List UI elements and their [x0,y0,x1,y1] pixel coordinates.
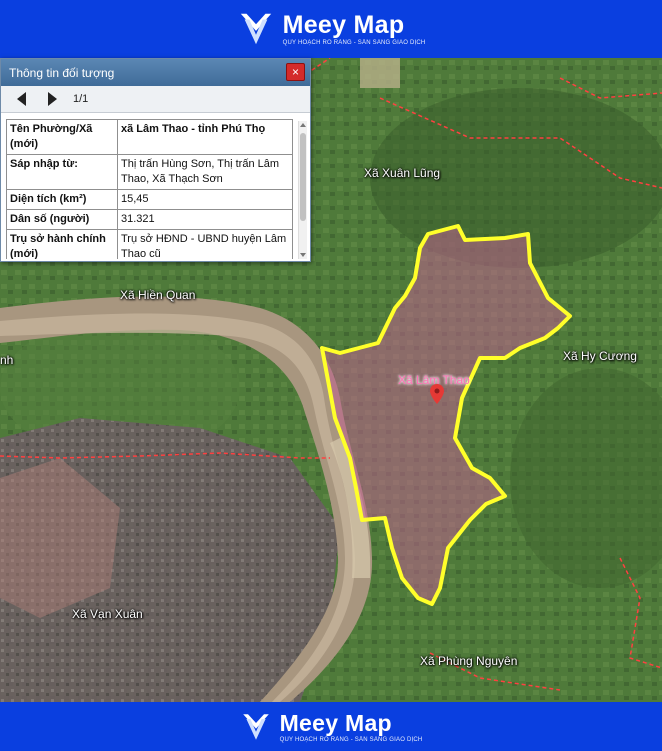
info-panel-title: Thông tin đối tượng [9,65,115,80]
place-label-hien-quan: Xã Hiền Quan [120,288,196,302]
place-label-van-xuan: Xã Vạn Xuân [72,607,143,621]
meey-logo-icon [240,13,271,45]
scroll-down-icon[interactable] [300,253,306,257]
brand-logo-bottom: Meey Map QUY HOẠCH RÕ RÀNG - SẴN SÀNG GI… [240,711,423,743]
brand-name-bottom: Meey Map [279,709,392,736]
info-table-container[interactable]: Tên Phường/Xã (mới) xã Lâm Thao - tỉnh P… [6,119,296,259]
row-value: xã Lâm Thao - tỉnh Phú Thọ [117,119,293,155]
row-value: Thị trấn Hùng Sơn, Thị trấn Lâm Thao, Xã… [117,154,293,190]
info-table: Tên Phường/Xã (mới) xã Lâm Thao - tỉnh P… [6,119,293,259]
place-label-xuan-lung: Xã Xuân Lũng [364,166,441,180]
page-indicator: 1/1 [73,93,89,105]
brand-name: Meey Map [282,11,405,39]
object-info-panel: Thông tin đối tượng × 1/1 Tên Phường/Xã … [0,58,311,262]
row-value: Trụ sở HĐND - UBND huyện Lâm Thao cũ [117,229,293,259]
table-row: Diện tích (km²) 15,45 [6,189,293,210]
triangle-left-icon [17,92,26,106]
brand-tagline-bottom: QUY HOẠCH RÕ RÀNG - SẴN SÀNG GIAO DỊCH [279,736,423,743]
brand-logo: Meey Map QUY HOẠCH RÕ RÀNG - SẴN SÀNG GI… [237,10,426,48]
row-value: 15,45 [117,189,293,210]
table-row: Tên Phường/Xã (mới) xã Lâm Thao - tỉnh P… [6,119,293,155]
row-value: 31.321 [117,209,293,230]
scroll-thumb[interactable] [300,133,306,221]
prev-button[interactable] [13,90,31,108]
table-row: Sáp nhập từ: Thị trấn Hùng Sơn, Thị trấn… [6,154,293,190]
info-pager: 1/1 [1,86,310,113]
place-label-edge: nh [0,353,14,367]
map-pin-icon[interactable] [430,384,444,404]
table-row: Trụ sở hành chính (mới) Trụ sở HĐND - UB… [6,229,293,259]
row-label: Trụ sở hành chính (mới) [6,229,118,259]
brand-tagline: QUY HOẠCH RÕ RÀNG - SẴN SÀNG GIAO DỊCH [282,40,426,46]
row-label: Dân số (người) [6,209,118,230]
triangle-right-icon [48,92,57,106]
info-scrollbar[interactable] [298,121,307,259]
close-icon: × [291,65,299,79]
meey-logo-icon [242,713,269,740]
top-banner: Meey Map QUY HOẠCH RÕ RÀNG - SẴN SÀNG GI… [0,0,662,58]
scroll-up-icon[interactable] [300,123,306,127]
row-label: Tên Phường/Xã (mới) [6,119,118,155]
bottom-banner: Meey Map QUY HOẠCH RÕ RÀNG - SẴN SÀNG GI… [0,702,662,751]
info-panel-header: Thông tin đối tượng × [1,59,310,86]
place-label-hy-cuong: Xã Hy Cương [563,349,637,363]
place-label-phung-nguyen: Xã Phùng Nguyên [420,654,518,668]
close-button[interactable]: × [286,63,305,81]
table-row: Dân số (người) 31.321 [6,209,293,230]
row-label: Diện tích (km²) [6,189,118,210]
row-label: Sáp nhập từ: [6,154,118,190]
next-button[interactable] [43,90,61,108]
